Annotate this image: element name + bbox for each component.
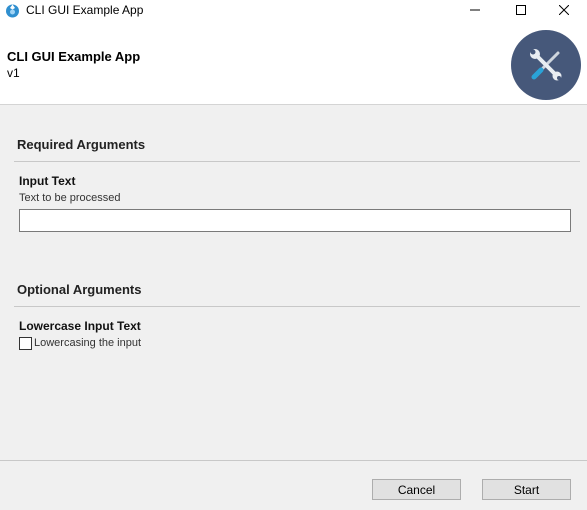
start-button[interactable]: Start [482, 479, 571, 500]
app-version: v1 [7, 66, 20, 80]
optional-section-title: Optional Arguments [17, 282, 142, 297]
window-title: CLI GUI Example App [26, 3, 144, 17]
maximize-button[interactable] [498, 0, 544, 20]
lowercase-checkbox[interactable] [19, 337, 32, 350]
app-header: CLI GUI Example App v1 [0, 20, 587, 105]
cancel-button[interactable]: Cancel [372, 479, 461, 500]
app-logo [511, 30, 581, 100]
maximize-icon [516, 5, 526, 15]
close-button[interactable] [541, 0, 587, 20]
section-divider [14, 161, 580, 162]
close-icon [559, 5, 569, 15]
minimize-icon [470, 9, 480, 11]
input-text-help: Text to be processed [19, 192, 121, 204]
footer-divider [0, 460, 587, 461]
lowercase-checkbox-label[interactable]: Lowercasing the input [34, 337, 141, 349]
input-text-field[interactable] [19, 209, 571, 232]
minimize-button[interactable] [452, 0, 498, 20]
wrench-screwdriver-icon [530, 49, 562, 81]
app-title: CLI GUI Example App [7, 49, 141, 64]
title-bar: CLI GUI Example App [0, 0, 587, 20]
required-section-title: Required Arguments [17, 137, 146, 152]
app-logo-icon [6, 4, 19, 18]
lowercase-label: Lowercase Input Text [19, 319, 141, 333]
input-text-label: Input Text [19, 174, 76, 188]
section-divider [14, 306, 580, 307]
